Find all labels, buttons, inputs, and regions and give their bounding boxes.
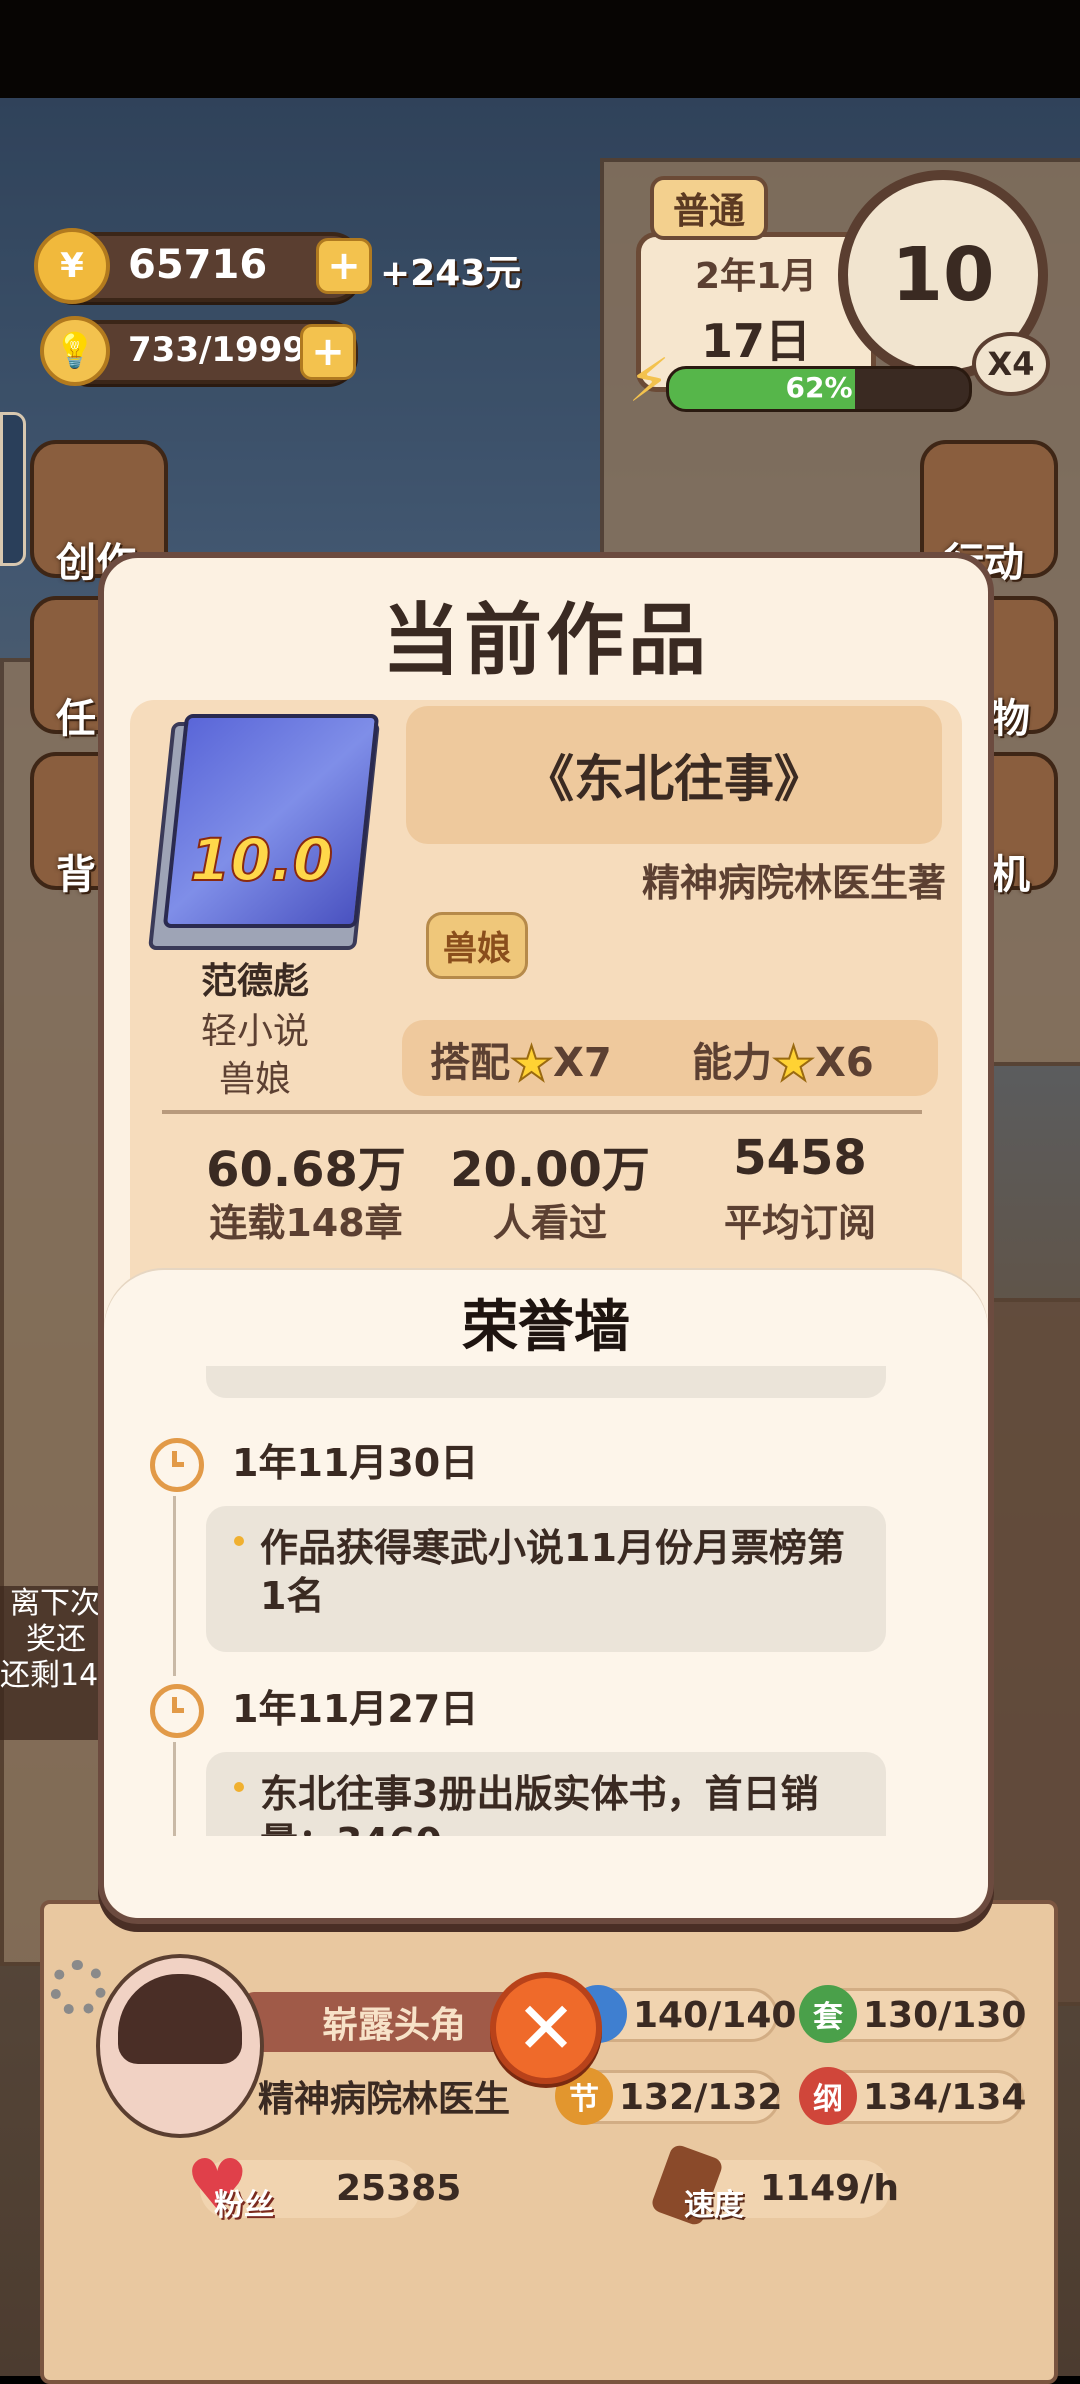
speed-label: 速度: [684, 2188, 744, 2223]
energy-value: 733/1999: [128, 330, 307, 370]
stat-pill-1: 140/140: [569, 1985, 796, 2043]
timeline-line: [173, 1742, 176, 1836]
work-info-panel: 10.0 范德彪 轻小说 兽娘 《东北往事》 精神病院林医生著 兽娘 搭配★X7…: [130, 700, 962, 1340]
stat-4-icon: 纲: [799, 2067, 857, 2125]
close-icon: ✕: [515, 1986, 577, 2070]
stat-1-value: 140/140: [633, 1994, 797, 2036]
honor-list[interactable]: 1年11月30日 作品获得寒武小说11月份月票榜第1名 1年11月27日 东北往…: [104, 1366, 988, 1836]
stat-readers-value: 20.00万: [450, 1142, 650, 1198]
honor-entry-partial: [206, 1366, 886, 1398]
stat-pill-3: 节 132/132: [555, 2067, 783, 2125]
stat-pill-2: 套 130/130: [799, 1985, 1027, 2043]
honor-entry-2-date: 1年11月27日: [232, 1687, 479, 1731]
player-name: 精神病院林医生: [258, 2079, 511, 2120]
coin-icon: ¥: [34, 228, 110, 304]
match-count: X7: [553, 1040, 612, 1086]
difficulty-badge[interactable]: 普通: [650, 176, 768, 240]
work-name: 《东北往事》: [406, 706, 942, 844]
speed-multiplier-button[interactable]: X4: [972, 332, 1050, 396]
match-star-icon: ★: [509, 1035, 554, 1093]
stat-2-icon: 套: [799, 1985, 857, 2043]
close-button[interactable]: ✕: [490, 1972, 602, 2084]
stat-subscriptions-label: 平均订阅: [723, 1201, 876, 1245]
ability-star-icon: ★: [771, 1035, 816, 1093]
book-score: 10.0: [189, 825, 334, 895]
honor-entry-1: 作品获得寒武小说11月份月票榜第1名: [206, 1506, 886, 1652]
settings-gear-icon[interactable]: [50, 1960, 106, 2016]
stat-pill-4: 纲 134/134: [799, 2067, 1027, 2125]
offline-line-3: 还剩14: [0, 1658, 99, 1693]
editor-name: 范德彪: [200, 961, 309, 1002]
honor-entry-2: 东北往事3册出版实体书，首日销量：3460: [206, 1752, 886, 1836]
add-coins-button[interactable]: +: [316, 238, 372, 294]
stat-2-value: 130/130: [863, 1994, 1027, 2036]
task-label: 任: [56, 696, 96, 742]
modal-title: 当前作品: [381, 596, 710, 686]
book-front: [162, 714, 380, 928]
ability-count: X6: [815, 1040, 874, 1086]
honor-entry-1-date: 1年11月30日: [232, 1441, 479, 1485]
author-name: 精神病院林医生著: [641, 861, 946, 905]
current-work-modal: 当前作品 10.0 范德彪 轻小说 兽娘 《东北往事》 精神病院林医生著 兽娘 …: [98, 552, 994, 1924]
fans-value: 25385: [336, 2168, 462, 2209]
coin-value: 65716: [128, 242, 268, 288]
bag-label: 背: [56, 852, 96, 898]
energy-progress-bar: 62%: [666, 366, 972, 412]
stat-wordcount-label: 连载148章: [209, 1201, 403, 1245]
lightbulb-icon: 💡: [40, 316, 110, 386]
genre-tag[interactable]: 兽娘: [426, 912, 528, 979]
timeline-line: [173, 1496, 176, 1676]
stat-3-value: 132/132: [619, 2076, 783, 2118]
stat-4-value: 134/134: [863, 2076, 1027, 2118]
book-cover[interactable]: 10.0: [148, 714, 380, 950]
progress-text: 62%: [785, 371, 853, 404]
honor-wall: 荣誉墙 1年11月30日 作品获得寒武小说11月份月票榜第1名 1年11月27日…: [104, 1270, 988, 1918]
stat-wordcount-value: 60.68万: [206, 1142, 406, 1198]
clock-icon: [150, 1438, 204, 1492]
date-year-month: 2年1月: [694, 256, 818, 297]
lightning-icon: ⚡: [628, 346, 671, 416]
genre-label: 轻小说: [200, 1011, 309, 1052]
stat-readers-label: 人看过: [492, 1201, 607, 1245]
coin-bonus: +243元: [380, 253, 522, 294]
player-avatar[interactable]: [96, 1954, 264, 2138]
offline-line-1: 离下次: [10, 1586, 100, 1621]
offline-line-2: 奖还: [26, 1622, 86, 1657]
fans-label: 粉丝: [214, 2188, 274, 2223]
phone-label: 机: [990, 852, 1030, 898]
shop-label: 物: [990, 696, 1030, 742]
honor-entry-2-text: 东北往事3册出版实体书，首日销量：3460: [260, 1772, 819, 1836]
honor-entry-1-text: 作品获得寒武小说11月份月票榜第1名: [260, 1526, 845, 1618]
bullet-icon: [234, 1782, 244, 1792]
avatar-hair: [118, 1974, 242, 2064]
left-drawer-tab[interactable]: [0, 412, 26, 566]
match-label: 搭配: [430, 1040, 510, 1086]
ability-label: 能力: [692, 1040, 772, 1086]
stat-subscriptions-value: 5458: [733, 1130, 867, 1186]
match-ability-box: 搭配★X7 能力★X6: [402, 1020, 938, 1096]
speed-value: 1149/h: [760, 2168, 899, 2209]
add-energy-button[interactable]: +: [300, 324, 356, 380]
divider: [162, 1110, 922, 1114]
offline-reward-panel[interactable]: 离下次 奖还 还剩14: [0, 1586, 110, 1740]
honor-title: 荣誉墙: [462, 1295, 630, 1360]
subgenre-label: 兽娘: [218, 1059, 291, 1100]
bullet-icon: [234, 1536, 244, 1546]
clock-icon: [150, 1684, 204, 1738]
